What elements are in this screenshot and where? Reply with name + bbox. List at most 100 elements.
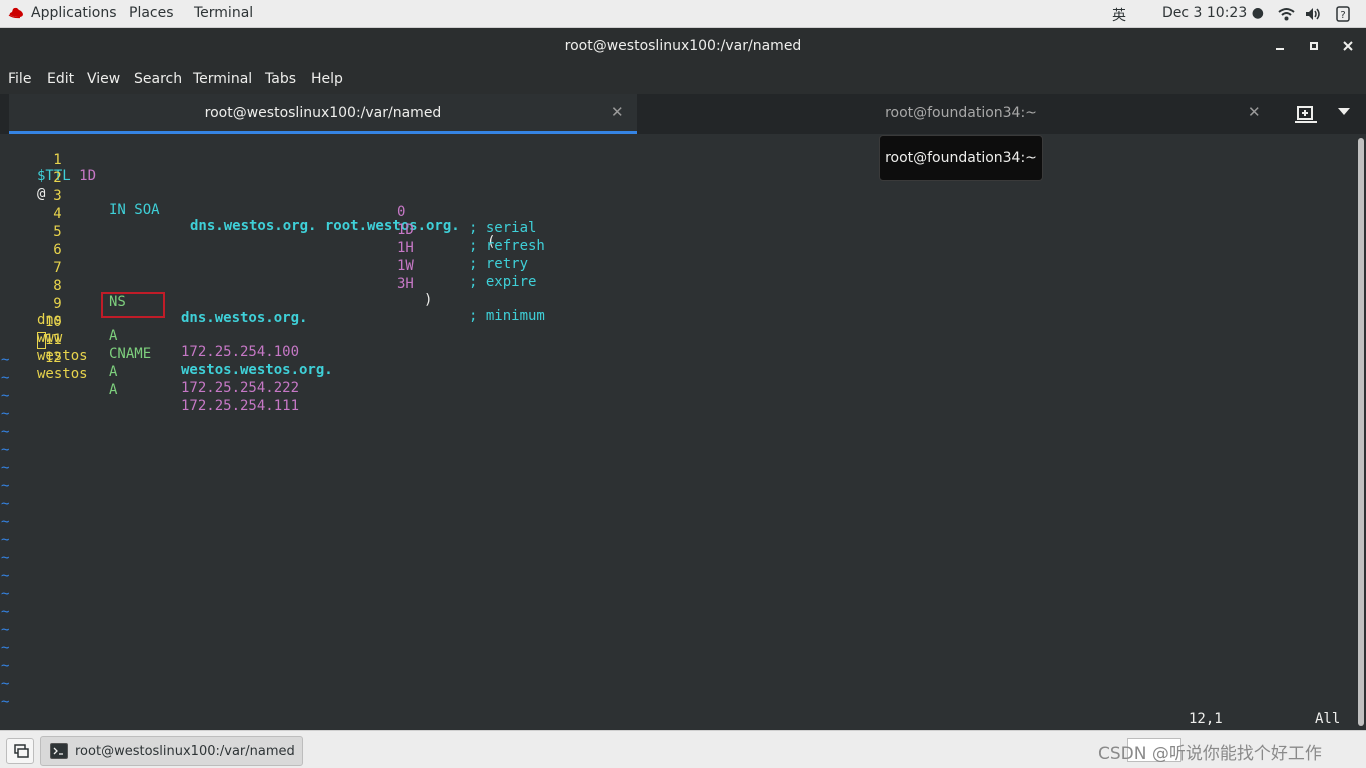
help-icon[interactable]: ?	[1336, 6, 1350, 22]
places-menu[interactable]: Places	[129, 5, 174, 21]
line-number: 10	[44, 314, 62, 330]
empty-line-tilde: ~	[1, 514, 10, 530]
empty-line-tilde: ~	[1, 460, 10, 476]
empty-line-tilde: ~	[1, 352, 10, 368]
empty-line-tilde: ~	[1, 550, 10, 566]
maximize-icon	[1310, 42, 1318, 50]
empty-line-tilde: ~	[1, 478, 10, 494]
record-data: 172.25.254.111	[181, 398, 300, 414]
line-number: 2	[53, 170, 62, 186]
record-name: westos	[37, 366, 88, 382]
record-type: A	[109, 328, 118, 344]
menu-terminal[interactable]: Terminal	[193, 71, 252, 87]
empty-line-tilde: ~	[1, 694, 10, 710]
top-bar: Applications Places Terminal 英 Dec 3 10:…	[0, 0, 1366, 28]
menu-edit[interactable]: Edit	[47, 71, 74, 87]
tab-foundation34[interactable]: root@foundation34:~ ✕	[648, 94, 1274, 134]
soa-comment: ; expire	[469, 274, 537, 290]
close-window-button[interactable]	[1339, 37, 1357, 55]
maximize-button[interactable]	[1305, 37, 1323, 55]
menu-help[interactable]: Help	[311, 71, 343, 87]
empty-line-tilde: ~	[1, 568, 10, 584]
input-method-indicator[interactable]: 英	[1112, 5, 1126, 25]
taskbar-window-label: root@westoslinux100:/var/named	[75, 744, 295, 759]
window-titlebar[interactable]: root@westoslinux100:/var/named	[0, 28, 1366, 64]
taskbar-window-button[interactable]: root@westoslinux100:/var/named	[40, 736, 303, 766]
empty-line-tilde: ~	[1, 424, 10, 440]
record-data: 172.25.254.222	[181, 380, 300, 396]
menu-view[interactable]: View	[87, 71, 120, 87]
new-tab-icon[interactable]	[1294, 104, 1318, 124]
menu-tabs[interactable]: Tabs	[265, 71, 296, 87]
empty-line-tilde: ~	[1, 442, 10, 458]
empty-line-tilde: ~	[1, 676, 10, 692]
tab-label: root@westoslinux100:/var/named	[204, 105, 442, 121]
menu-file[interactable]: File	[8, 71, 31, 87]
menu-bar: File Edit View Search Terminal Tabs Help	[0, 64, 1366, 94]
wifi-icon[interactable]	[1278, 7, 1295, 21]
empty-line-tilde: ~	[1, 496, 10, 512]
csdn-watermark: CSDN @听说你能找个好工作	[1098, 744, 1322, 764]
soa-comment: ; minimum	[469, 308, 545, 324]
editor-line: 12 westos A 172.25.254.111	[0, 334, 299, 414]
empty-line-tilde: ~	[1, 622, 10, 638]
minimize-button[interactable]	[1271, 37, 1289, 55]
line-number: 5	[53, 224, 62, 240]
record-type: IN SOA	[109, 202, 160, 218]
line-number: 12	[44, 350, 62, 366]
scroll-status: All	[1315, 711, 1341, 727]
terminal-view[interactable]: 1 $TTL 1D 2 @ IN SOA dns.westos.org. roo…	[0, 134, 1356, 730]
line-number: 6	[53, 242, 62, 258]
scrollbar-thumb[interactable]	[1358, 138, 1364, 726]
editor-line: 4 1D ; refresh	[0, 190, 545, 254]
show-desktop-icon	[14, 744, 29, 758]
clock[interactable]: Dec 3 10:23 ●	[1162, 5, 1264, 21]
line-number: 3	[53, 188, 62, 204]
empty-line-tilde: ~	[1, 586, 10, 602]
tab-close-icon[interactable]: ✕	[1248, 103, 1261, 121]
redhat-logo-icon	[8, 7, 23, 19]
editor-line: 10 www CNAME westos.westos.org.	[0, 298, 333, 378]
record-data: dns.westos.org.	[181, 310, 308, 326]
soa-comment: ; serial	[469, 220, 537, 236]
cursor-position-status: 12,1	[1189, 711, 1223, 727]
text-cursor	[37, 332, 46, 349]
menu-search[interactable]: Search	[134, 71, 182, 87]
tab-menu-chevron-down-icon[interactable]	[1338, 108, 1350, 115]
editor-line: 1 $TTL 1D	[0, 136, 96, 184]
line-number: 9	[53, 296, 62, 312]
record-type: CNAME	[109, 346, 152, 362]
applications-menu[interactable]: Applications	[31, 5, 117, 21]
tab-close-icon[interactable]: ✕	[611, 103, 624, 121]
soa-value: 0	[397, 204, 406, 220]
terminal-icon	[50, 743, 68, 759]
empty-line-tilde: ~	[1, 658, 10, 674]
window-title: root@westoslinux100:/var/named	[564, 38, 802, 54]
record-data: westos.westos.org.	[181, 362, 333, 378]
empty-line-tilde: ~	[1, 640, 10, 656]
record-type: A	[109, 364, 118, 380]
tooltip-text: root@foundation34:~	[885, 150, 1037, 166]
close-paren: )	[424, 292, 433, 308]
editor-line: 9 dns A 172.25.254.100	[0, 280, 299, 360]
bottom-taskbar: root@westoslinux100:/var/named CSDN @听说你…	[0, 730, 1366, 768]
terminal-scrollbar[interactable]	[1356, 134, 1366, 730]
editor-line: 2 @ IN SOA dns.westos.org. root.westos.o…	[0, 154, 495, 250]
tab-westoslinux100[interactable]: root@westoslinux100:/var/named ✕	[9, 94, 637, 134]
record-data: 172.25.254.100	[181, 344, 300, 360]
soa-value: 1H	[397, 240, 414, 256]
editor-line: 7 3H ) ; minimum	[0, 244, 545, 324]
volume-icon[interactable]	[1305, 7, 1323, 21]
record-type: A	[109, 382, 118, 398]
soa-comment: ; refresh	[469, 238, 545, 254]
record-data: dns.westos.org. root.westos.org.	[190, 218, 460, 234]
terminal-app-menu[interactable]: Terminal	[194, 5, 253, 21]
empty-line-tilde: ~	[1, 388, 10, 404]
empty-line-tilde: ~	[1, 370, 10, 386]
line-number: 1	[53, 152, 62, 168]
soa-value: 1D	[397, 222, 414, 238]
cname-highlight-box	[101, 292, 165, 318]
editor-line: 6 1W ; expire	[0, 226, 536, 290]
show-desktop-button[interactable]	[6, 738, 34, 764]
empty-line-tilde: ~	[1, 604, 10, 620]
